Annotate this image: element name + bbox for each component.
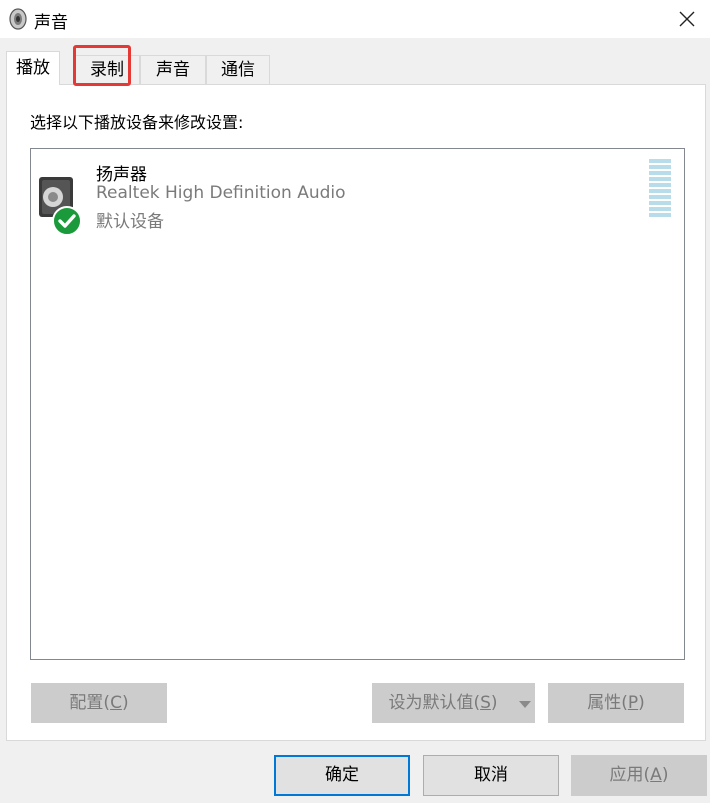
close-button[interactable] xyxy=(664,0,710,38)
title-bar: 声音 xyxy=(0,0,710,38)
device-name: 扬声器 xyxy=(96,165,147,185)
device-item-speaker[interactable]: 扬声器 Realtek High Definition Audio 默认设备 xyxy=(37,157,677,236)
device-description: Realtek High Definition Audio xyxy=(96,183,346,203)
device-list[interactable]: 扬声器 Realtek High Definition Audio 默认设备 xyxy=(30,148,685,660)
set-default-button[interactable]: 设为默认值(S) xyxy=(372,683,514,723)
set-default-dropdown[interactable] xyxy=(513,683,535,723)
recording-tab-highlight xyxy=(73,45,131,86)
level-meter xyxy=(649,159,671,219)
checkmark-icon xyxy=(52,206,82,236)
tab-communications[interactable]: 通信 xyxy=(206,55,270,84)
speaker-icon xyxy=(8,7,28,31)
playback-panel: 选择以下播放设备来修改设置: 扬声器 Realtek High Definiti… xyxy=(6,84,706,741)
tab-sounds[interactable]: 声音 xyxy=(140,55,206,84)
chevron-down-icon xyxy=(519,701,531,708)
device-status: 默认设备 xyxy=(96,212,164,232)
instruction-text: 选择以下播放设备来修改设置: xyxy=(30,113,244,132)
configure-button[interactable]: 配置(C) xyxy=(31,683,167,723)
close-icon xyxy=(679,11,695,27)
ok-button[interactable]: 确定 xyxy=(274,755,410,796)
window-title: 声音 xyxy=(34,13,68,33)
tab-playback[interactable]: 播放 xyxy=(6,51,60,85)
speaker-device-icon xyxy=(37,171,85,241)
cancel-button[interactable]: 取消 xyxy=(423,755,559,796)
apply-button[interactable]: 应用(A) xyxy=(571,755,707,796)
properties-button[interactable]: 属性(P) xyxy=(548,683,684,723)
